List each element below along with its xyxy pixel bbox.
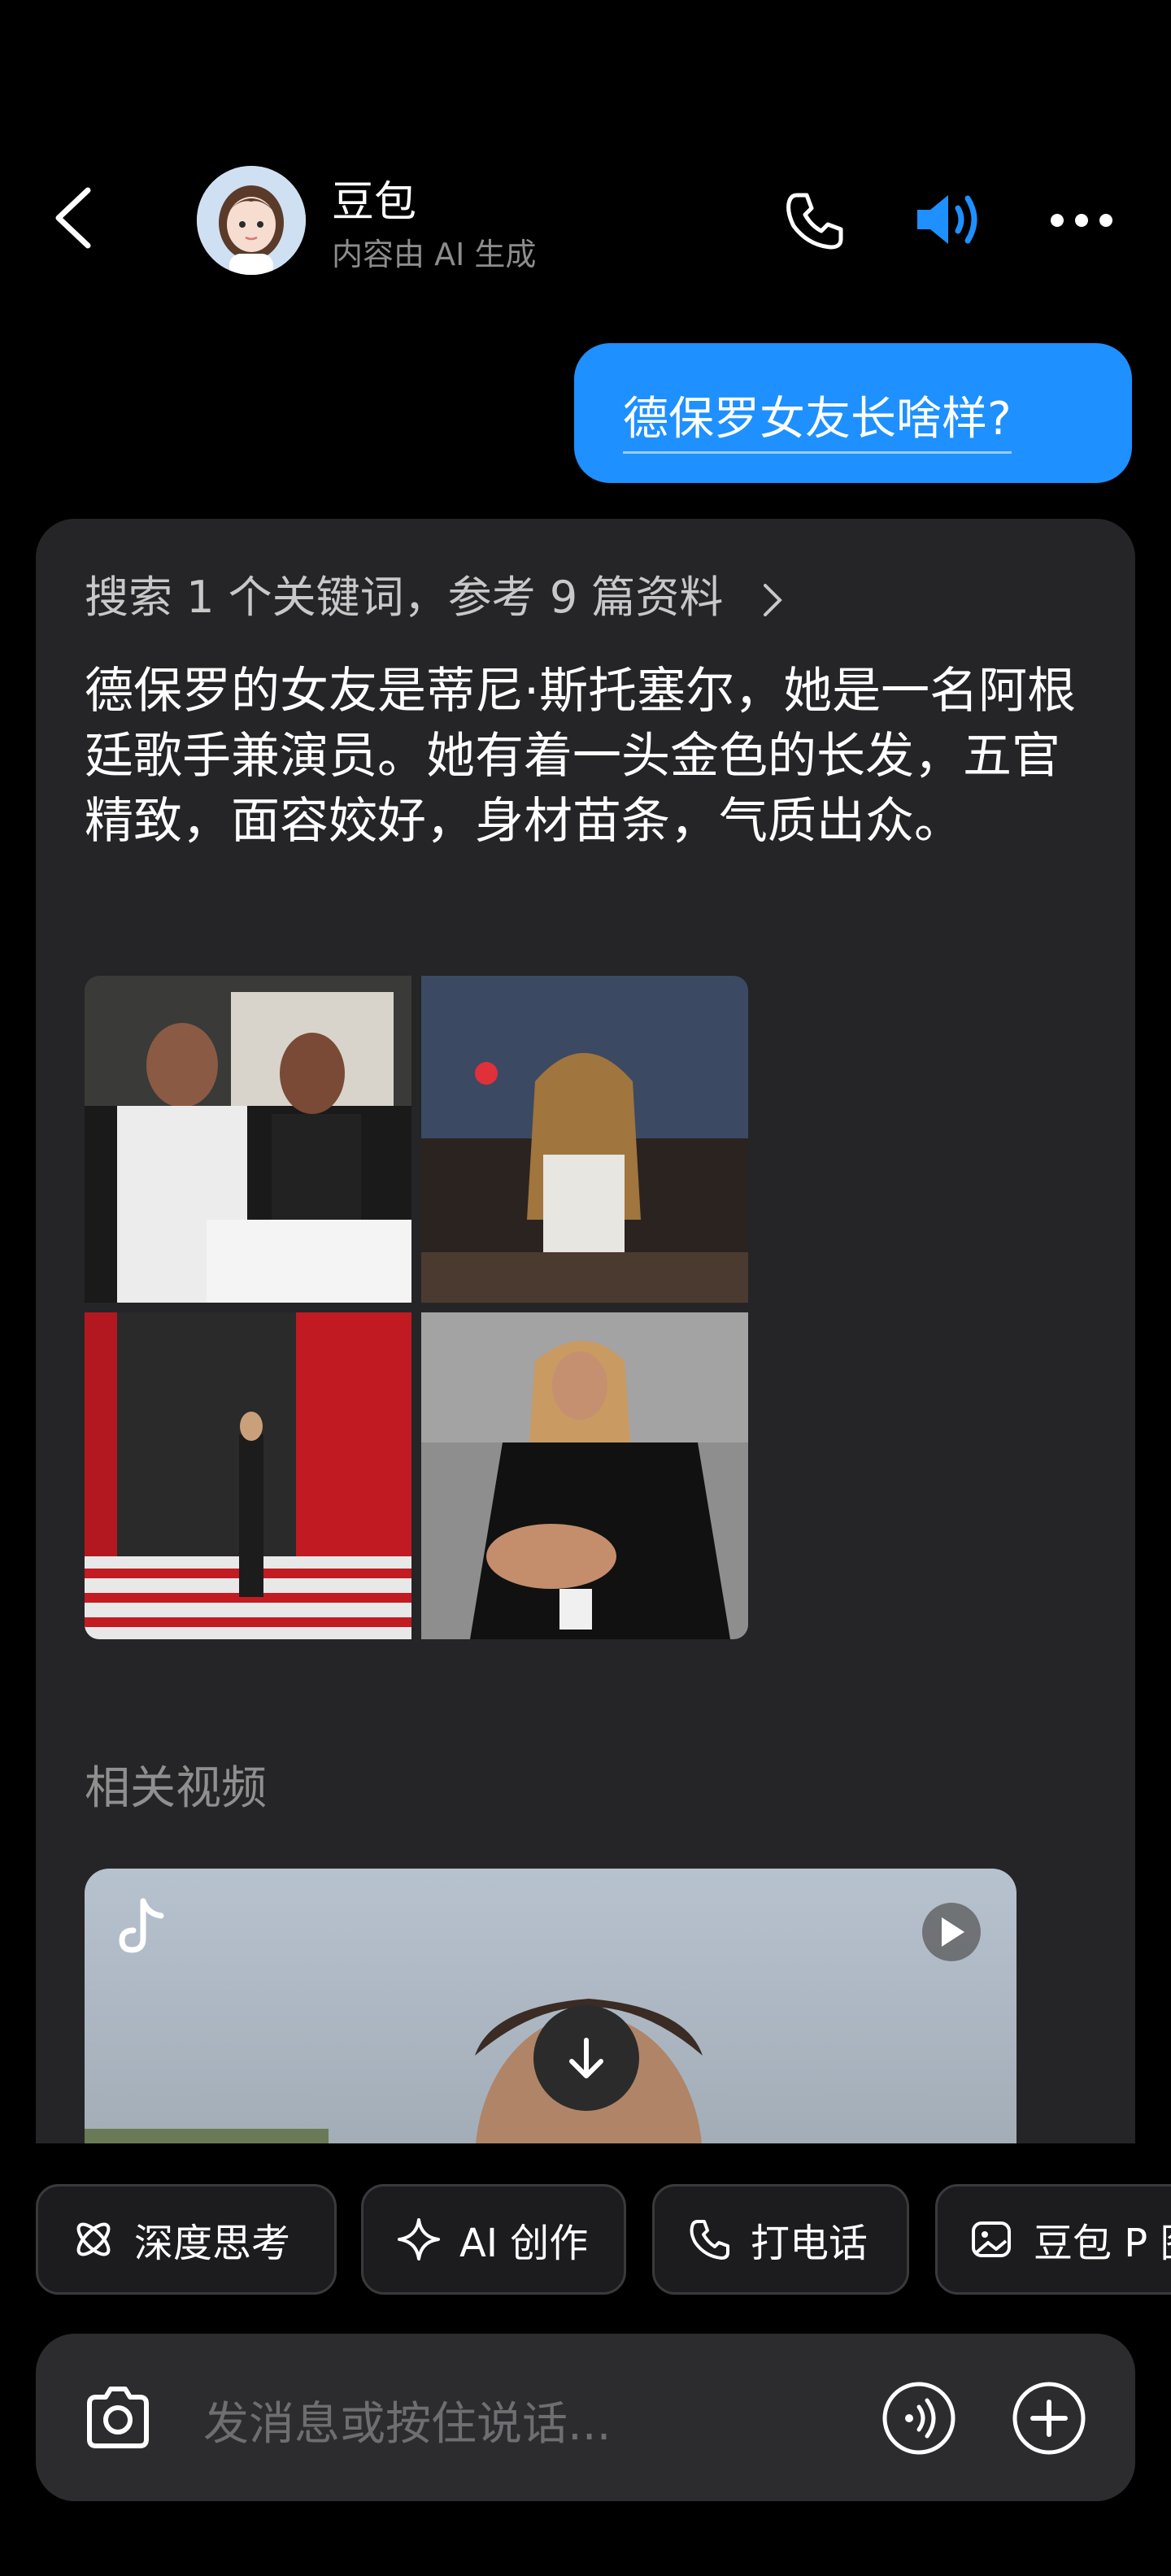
user-message-bubble[interactable]: 德保罗女友长啥样? bbox=[574, 343, 1132, 483]
phone-icon bbox=[690, 2220, 729, 2260]
result-image-4[interactable] bbox=[421, 1312, 748, 1639]
deep-think-chip[interactable]: 深度思考 bbox=[36, 2184, 337, 2295]
speaker-icon[interactable] bbox=[912, 185, 986, 254]
play-icon bbox=[922, 1903, 981, 1961]
ai-create-chip[interactable]: AI 创作 bbox=[361, 2184, 626, 2295]
result-image-1[interactable] bbox=[85, 976, 411, 1303]
back-icon[interactable] bbox=[50, 185, 99, 250]
deep-think-label: 深度思考 bbox=[134, 2221, 291, 2266]
related-video-card[interactable] bbox=[85, 1869, 1016, 2145]
more-icon[interactable] bbox=[1049, 208, 1114, 233]
call-label: 打电话 bbox=[751, 2221, 868, 2266]
message-input-bar[interactable]: 发消息或按住说话... bbox=[36, 2334, 1135, 2501]
chevron-right-icon bbox=[763, 584, 782, 617]
result-image-3[interactable] bbox=[85, 1312, 411, 1639]
phone-icon[interactable] bbox=[782, 189, 846, 252]
camera-icon[interactable] bbox=[81, 2381, 155, 2454]
voice-icon[interactable] bbox=[882, 2381, 956, 2456]
sparkle-icon bbox=[398, 2218, 440, 2261]
result-image-2[interactable] bbox=[421, 976, 748, 1303]
ai-disclaimer: 内容由 AI 生成 bbox=[332, 237, 537, 272]
search-summary[interactable]: 搜索 1 个关键词，参考 9 篇资料 bbox=[85, 561, 785, 625]
scroll-down-button[interactable] bbox=[533, 2005, 639, 2111]
image-edit-icon bbox=[972, 2221, 1011, 2257]
ai-create-label: AI 创作 bbox=[459, 2221, 589, 2266]
answer-text: 德保罗的女友是蒂尼·斯托塞尔，她是一名阿根廷歌手兼演员。她有着一头金色的长发，五… bbox=[85, 663, 1077, 850]
answer-card: 搜索 1 个关键词，参考 9 篇资料 德保罗的女友是蒂尼·斯托塞尔，她是一名阿根… bbox=[36, 519, 1135, 2145]
image-grid bbox=[85, 976, 748, 1639]
image-edit-label: 豆包 P 图 bbox=[1034, 2221, 1171, 2266]
call-chip[interactable]: 打电话 bbox=[652, 2184, 909, 2295]
user-message-text: 德保罗女友长啥样? bbox=[623, 382, 1012, 454]
plus-icon[interactable] bbox=[1012, 2381, 1086, 2456]
image-edit-chip[interactable]: 豆包 P 图 bbox=[935, 2184, 1171, 2295]
search-summary-text: 搜索 1 个关键词，参考 9 篇资料 bbox=[85, 572, 724, 623]
related-videos-title: 相关视频 bbox=[85, 1762, 267, 1815]
deep-think-icon bbox=[76, 2222, 111, 2256]
chat-title: 豆包 bbox=[332, 178, 417, 227]
message-input-placeholder[interactable]: 发消息或按住说话... bbox=[203, 2387, 611, 2453]
avatar[interactable] bbox=[197, 166, 306, 275]
arrow-down-icon bbox=[569, 2038, 603, 2078]
